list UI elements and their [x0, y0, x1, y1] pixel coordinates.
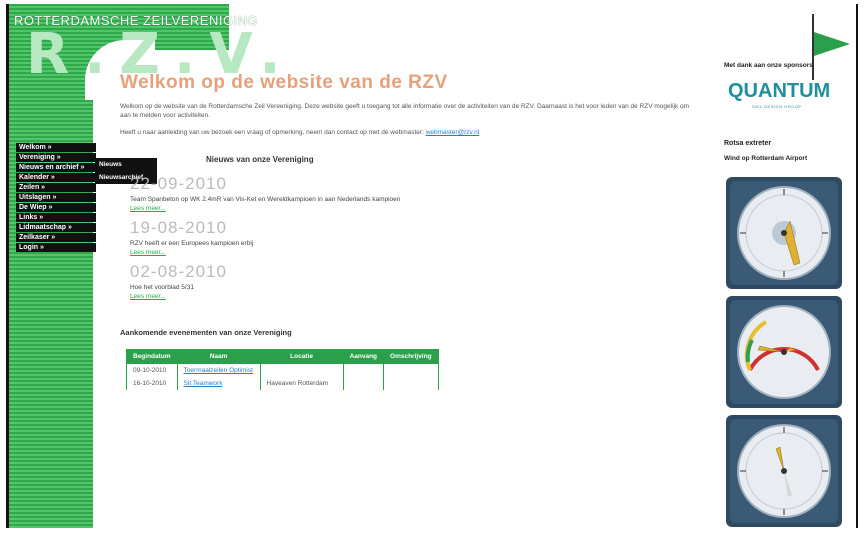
gust-dial-icon — [730, 419, 838, 523]
event-start — [342, 377, 385, 390]
wind-gust-gauge[interactable] — [726, 415, 842, 527]
wind-direction-gauge[interactable] — [726, 177, 842, 289]
news-text: Team Spanbeton op WK 2.4mR van Vis-Ket e… — [130, 196, 401, 203]
column-header: Omschrijving — [383, 349, 439, 364]
table-row: 16-10-2010 Sit Teamwork Haveaven Rotterd… — [126, 377, 439, 390]
menu-item-nieuws[interactable]: Nieuws en archief » — [16, 163, 96, 172]
contact-paragraph: Heeft u naar aanleiding van uw bezoek ee… — [120, 128, 700, 137]
speed-dial-icon — [730, 300, 838, 404]
menu-item-kalender[interactable]: Kalender » — [16, 173, 96, 182]
news-date: 19-08-2010 — [130, 218, 227, 237]
webmaster-link[interactable]: webmaster@rzv.nl — [426, 129, 479, 136]
extern-heading: Rotsa extreter — [724, 140, 772, 147]
event-name-cell: Toermaalzeilen Optimist — [176, 363, 261, 377]
event-name-cell: Sit Teamwork — [176, 377, 261, 390]
sponsor-heading: Met dank aan onze sponsors — [724, 62, 813, 69]
column-header: Begindatum — [126, 349, 178, 364]
sponsor-logo[interactable]: QUANTUM — [728, 80, 830, 103]
intro-paragraph: Welkom op de website van de Rotterdamsch… — [120, 103, 690, 119]
news-item: 02-08-2010 Hoe het voorblad 5/31 Lees me… — [130, 262, 700, 300]
club-flag-icon — [814, 32, 850, 56]
read-more-link[interactable]: Lees meer... — [130, 293, 700, 300]
events-heading: Aankomende evenementen van onze Verenigi… — [120, 328, 292, 337]
compass-dial-icon — [730, 181, 838, 285]
events-header-row: Begindatum Naam Locatie Aanvang Omschrij… — [126, 349, 439, 364]
news-text: Hoe het voorblad 5/31 — [130, 284, 194, 291]
menu-item-zeilkaser[interactable]: Zeilkaser » — [16, 233, 96, 242]
menu-item-zeilen[interactable]: Zeilen » — [16, 183, 96, 192]
news-item: 19-08-2010 RZV heeft er een Europees kam… — [130, 218, 700, 256]
menu-item-welkom[interactable]: Welkom » — [16, 143, 96, 152]
event-date: 16-10-2010 — [126, 377, 178, 390]
event-desc — [383, 377, 439, 390]
column-header: Locatie — [259, 349, 344, 364]
event-name-link[interactable]: Toermaalzeilen Optimist — [184, 367, 253, 374]
sponsor-tagline: SAIL DESIGN GROUP — [752, 104, 802, 109]
wind-heading: Wind op Rotterdam Airport — [724, 155, 808, 162]
read-more-link[interactable]: Lees meer... — [130, 249, 700, 256]
news-heading: Nieuws van onze Vereniging — [206, 155, 314, 164]
news-date: 22-09-2010 — [130, 174, 227, 193]
menu-item-vereniging[interactable]: Vereniging » — [16, 153, 96, 162]
page-title: Welkom op de website van de RZV — [120, 72, 448, 93]
news-item: 22-09-2010 Team Spanbeton op WK 2.4mR va… — [130, 174, 700, 212]
main-content: Welkom op de website van de RZV Welkom o… — [120, 72, 700, 390]
event-desc — [383, 363, 439, 377]
event-location — [259, 363, 344, 377]
column-header: Aanvang — [342, 349, 385, 364]
menu-item-de-wiep[interactable]: De Wiep » — [16, 203, 96, 212]
menu-item-lidmaatschap[interactable]: Lidmaatschap » — [16, 223, 96, 232]
events-table: Begindatum Naam Locatie Aanvang Omschrij… — [126, 349, 439, 390]
wind-speed-gauge[interactable] — [726, 296, 842, 408]
column-header: Naam — [176, 349, 261, 364]
event-date: 09-10-2010 — [126, 363, 178, 377]
news-date: 02-08-2010 — [130, 262, 227, 281]
event-name-link[interactable]: Sit Teamwork — [184, 380, 223, 387]
event-location: Haveaven Rotterdam — [259, 377, 344, 390]
event-start — [342, 363, 385, 377]
table-row: 09-10-2010 Toermaalzeilen Optimist — [126, 363, 439, 377]
news-text: RZV heeft er een Europees kampioen erbij — [130, 240, 254, 247]
read-more-link[interactable]: Lees meer... — [130, 205, 700, 212]
news-list: 22-09-2010 Team Spanbeton op WK 2.4mR va… — [130, 174, 700, 300]
menu-item-login[interactable]: Login » — [16, 243, 96, 252]
menu-item-uitslagen[interactable]: Uitslagen » — [16, 193, 96, 202]
menu-item-links[interactable]: Links » — [16, 213, 96, 222]
main-menu: Welkom » Vereniging » Nieuws en archief … — [16, 143, 96, 253]
contact-text: Heeft u naar aanleiding van uw bezoek ee… — [120, 129, 424, 136]
